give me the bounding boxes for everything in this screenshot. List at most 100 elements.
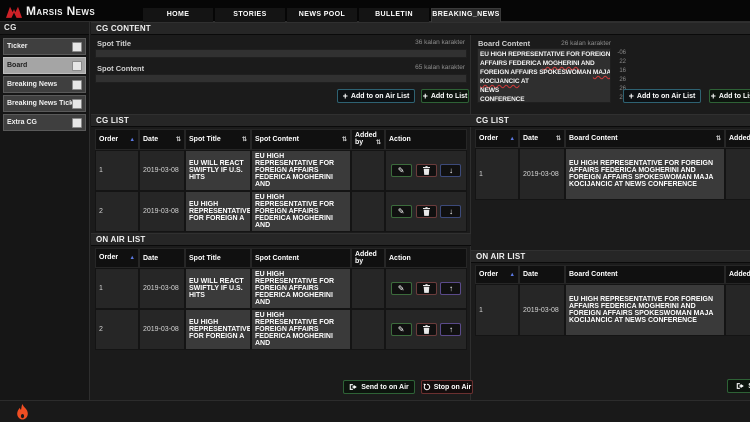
move-up-button[interactable]: ↑ xyxy=(440,282,461,295)
col-header-order[interactable]: Order▲ xyxy=(475,129,519,148)
col-header-board-content[interactable]: Board Content xyxy=(565,265,725,284)
board-panel: Board Content 26 kalan karakter EU HIGH … xyxy=(471,35,750,400)
plus-icon: + xyxy=(423,92,428,101)
sort-asc-icon: ▲ xyxy=(510,135,515,143)
col-header-order[interactable]: Order▲ xyxy=(95,248,139,268)
table-row[interactable]: 1 2019-03-08 EU WILL REACT SWIFTLY IF U.… xyxy=(95,150,467,191)
col-header-added-by[interactable]: Added by⇅ xyxy=(351,129,385,150)
cg-sidebar: CG Ticker Board Breaking News Breaking N… xyxy=(0,22,90,400)
app-window: Marsis News HOME STORIES NEWS POOL BULLE… xyxy=(0,0,750,422)
edit-button[interactable]: ✎ xyxy=(391,205,412,218)
col-header-spot-title[interactable]: Spot Title xyxy=(185,248,251,268)
add-to-list-button[interactable]: + Add to List xyxy=(709,89,750,103)
plus-icon: + xyxy=(629,92,634,101)
line-counter: -06 xyxy=(613,49,626,58)
sidebar-item-ticker[interactable]: Ticker xyxy=(3,38,86,55)
col-header-added-by[interactable]: Added by xyxy=(725,265,750,284)
board-line-text: NEWS xyxy=(480,87,499,94)
spot-on-air-list-table: Order▲ Date Spot Title Spot Content Adde… xyxy=(95,248,467,350)
spot-cg-list-table: Order▲ Date⇅ Spot Title⇅ Spot Content⇅ A… xyxy=(95,129,467,232)
sort-icon: ⇅ xyxy=(376,139,381,147)
table-row[interactable]: 1 2019-03-08 EU WILL REACT SWIFTLY IF U.… xyxy=(95,268,467,309)
section-title-cg-content: CG CONTENT xyxy=(91,22,750,35)
col-header-added-by[interactable]: Added by xyxy=(725,129,750,148)
sort-icon: ⇅ xyxy=(176,136,181,144)
flame-icon[interactable] xyxy=(16,404,29,420)
delete-button[interactable] xyxy=(416,282,437,295)
col-header-board-content[interactable]: Board Content⇅ xyxy=(565,129,725,148)
sidebar-item-breaking-news[interactable]: Breaking News xyxy=(3,76,86,93)
cell-added-by xyxy=(351,268,385,309)
move-down-button[interactable]: ↓ xyxy=(440,164,461,177)
move-up-button[interactable]: ↑ xyxy=(440,323,461,336)
breaking-news-checkbox[interactable] xyxy=(72,80,82,90)
table-row[interactable]: 2 2019-03-08 EU HIGH REPRESENTATIVE FOR … xyxy=(95,191,467,232)
add-to-list-button[interactable]: + Add to List xyxy=(421,89,469,103)
send-icon xyxy=(349,383,358,391)
send-to-on-air-button[interactable]: Send to on Air xyxy=(343,380,415,394)
cell-spot-title: EU WILL REACT SWIFTLY IF U.S. HITS xyxy=(185,150,251,191)
table-row[interactable]: 2 2019-03-08 EU HIGH REPRESENTATIVE FOR … xyxy=(95,309,467,350)
table-row[interactable]: 1 2019-03-08 EU HIGH REPRESENTATIVE FOR … xyxy=(475,284,750,336)
move-down-button[interactable]: ↓ xyxy=(440,205,461,218)
sidebar-item-label: Breaking News Ticker xyxy=(7,100,72,107)
pencil-icon: ✎ xyxy=(398,284,405,293)
tab-bulletin[interactable]: BULLETIN xyxy=(359,8,429,22)
tab-news-pool[interactable]: NEWS POOL xyxy=(287,8,357,22)
board-content-textarea[interactable]: EU HIGH REPRESENTATIVE FOR FOREIGN AFFAI… xyxy=(477,48,611,103)
sort-icon: ⇅ xyxy=(716,135,721,143)
add-to-on-air-list-button[interactable]: + Add to on Air List xyxy=(337,89,415,103)
breaking-news-ticker-checkbox[interactable] xyxy=(72,99,82,109)
edit-button[interactable]: ✎ xyxy=(391,164,412,177)
cell-order: 1 xyxy=(95,150,139,191)
tab-breaking-news[interactable]: BREAKING_NEWS xyxy=(431,8,501,22)
trash-icon xyxy=(423,325,430,334)
edit-button[interactable]: ✎ xyxy=(391,282,412,295)
board-line-text: FOREIGN AFFAIRS SPOKESWOMAN MAJA xyxy=(480,69,611,76)
col-header-date[interactable]: Date⇅ xyxy=(139,129,185,150)
cell-action: ✎ ↑ xyxy=(385,309,467,350)
tab-stories[interactable]: STORIES xyxy=(215,8,285,22)
col-header-spot-content[interactable]: Spot Content⇅ xyxy=(251,129,351,150)
arrow-down-icon: ↓ xyxy=(449,166,453,175)
col-header-added-by[interactable]: Added by xyxy=(351,248,385,268)
sidebar-item-breaking-news-ticker[interactable]: Breaking News Ticker xyxy=(3,95,86,112)
marsis-logo-icon xyxy=(6,5,22,18)
spot-panel: Spot Title 36 kalan karakter Spot Conten… xyxy=(91,35,471,400)
col-header-spot-title[interactable]: Spot Title⇅ xyxy=(185,129,251,150)
col-header-date[interactable]: Date xyxy=(139,248,185,268)
logo: Marsis News xyxy=(6,3,95,19)
spot-title-input[interactable] xyxy=(95,49,467,58)
top-header: Marsis News HOME STORIES NEWS POOL BULLE… xyxy=(0,0,750,22)
board-checkbox[interactable] xyxy=(72,61,82,71)
sidebar-item-extra-cg[interactable]: Extra CG xyxy=(3,114,86,131)
cell-added-by xyxy=(351,150,385,191)
send-to-on-air-button[interactable]: Send to on Air xyxy=(727,379,750,393)
spot-content-input[interactable] xyxy=(95,74,467,83)
edit-button[interactable]: ✎ xyxy=(391,323,412,336)
col-header-action: Action xyxy=(385,248,467,268)
sort-icon: ⇅ xyxy=(242,136,247,144)
table-row[interactable]: 1 2019-03-08 EU HIGH REPRESENTATIVE FOR … xyxy=(475,148,750,200)
ticker-checkbox[interactable] xyxy=(72,42,82,52)
tab-home[interactable]: HOME xyxy=(143,8,213,22)
extra-cg-checkbox[interactable] xyxy=(72,118,82,128)
sidebar-item-board[interactable]: Board xyxy=(3,57,86,74)
delete-button[interactable] xyxy=(416,323,437,336)
col-header-order[interactable]: Order▲ xyxy=(475,265,519,284)
col-header-spot-content[interactable]: Spot Content xyxy=(251,248,351,268)
cell-date: 2019-03-08 xyxy=(139,268,185,309)
stop-on-air-button[interactable]: Stop on Air xyxy=(421,380,473,394)
delete-button[interactable] xyxy=(416,164,437,177)
col-header-date[interactable]: Date⇅ xyxy=(519,129,565,148)
arrow-down-icon: ↓ xyxy=(449,207,453,216)
cell-added-by xyxy=(725,284,750,336)
cell-order: 1 xyxy=(95,268,139,309)
cell-added-by xyxy=(351,191,385,232)
add-to-on-air-list-button[interactable]: + Add to on Air List xyxy=(623,89,701,103)
col-header-order[interactable]: Order▲ xyxy=(95,129,139,150)
arrow-up-icon: ↑ xyxy=(449,325,453,334)
delete-button[interactable] xyxy=(416,205,437,218)
section-title-cg-list: CG LIST xyxy=(91,114,471,127)
col-header-date[interactable]: Date xyxy=(519,265,565,284)
